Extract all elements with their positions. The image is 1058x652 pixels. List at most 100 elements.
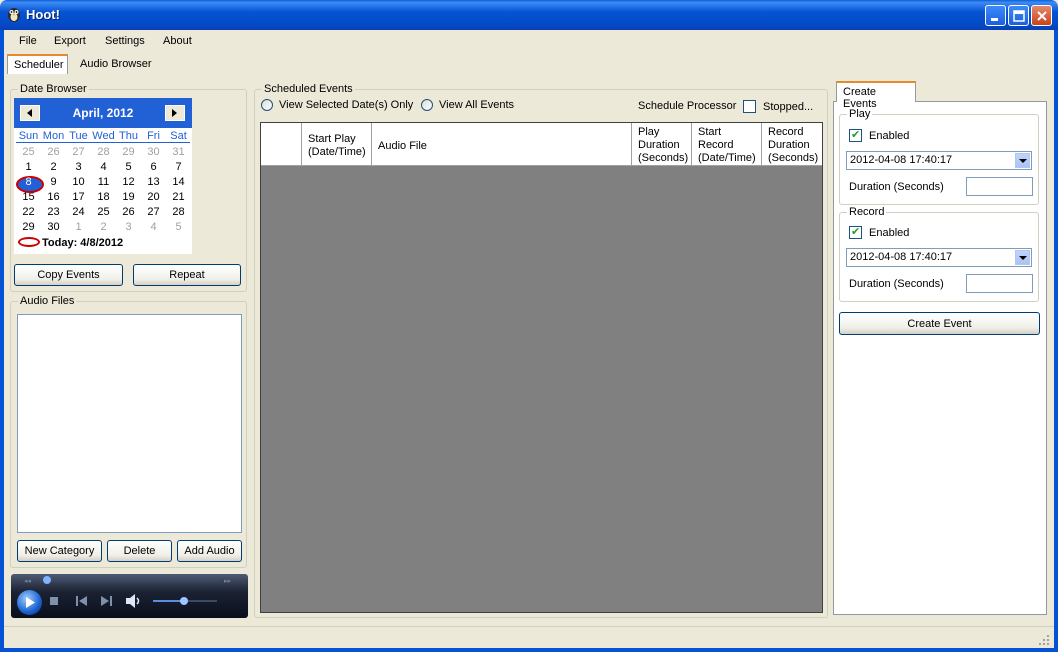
volume-slider[interactable]: [151, 595, 221, 607]
calendar-day-cell[interactable]: 4: [91, 160, 116, 175]
calendar-day-cell[interactable]: 29: [16, 220, 41, 235]
calendar-day-cell[interactable]: 19: [116, 190, 141, 205]
next-icon[interactable]: [99, 595, 113, 607]
calendar-day-cell[interactable]: 28: [166, 205, 191, 220]
calendar-day-cell[interactable]: 22: [16, 205, 41, 220]
owl-app-icon: [8, 8, 20, 22]
calendar-day-cell[interactable]: 13: [141, 175, 166, 190]
today-text: Today: 4/8/2012: [42, 237, 124, 249]
month-calendar[interactable]: April, 2012 Sun Mon Tue Wed Thu Fri Sat …: [14, 98, 192, 254]
calendar-day-cell[interactable]: 27: [141, 205, 166, 220]
scheduled-events-grid[interactable]: Start Play (Date/Time) Audio File Play D…: [260, 122, 823, 613]
calendar-day-cell[interactable]: 11: [91, 175, 116, 190]
column-play-duration[interactable]: Play Duration (Seconds): [632, 123, 692, 166]
stop-icon[interactable]: [49, 596, 59, 606]
menu-export[interactable]: Export: [54, 35, 86, 47]
calendar-day-cell[interactable]: 31: [166, 145, 191, 160]
calendar-day-cell[interactable]: 2: [41, 160, 66, 175]
calendar-day-cell[interactable]: 14: [166, 175, 191, 190]
volume-icon[interactable]: [124, 593, 144, 609]
calendar-day-cell[interactable]: 30: [41, 220, 66, 235]
record-duration-label: Duration (Seconds): [849, 278, 944, 290]
close-icon: [1037, 11, 1047, 21]
tab-create-events[interactable]: Create Events: [836, 81, 916, 110]
next-month-button[interactable]: [165, 105, 185, 121]
calendar-day-cell[interactable]: 2: [91, 220, 116, 235]
calendar-day-cell[interactable]: 8: [16, 175, 44, 193]
schedule-processor-checkbox[interactable]: [743, 100, 756, 113]
title-bar[interactable]: Hoot!: [0, 0, 1058, 30]
calendar-day-cell[interactable]: 25: [91, 205, 116, 220]
calendar-day-cell[interactable]: 1: [66, 220, 91, 235]
calendar-day-cell[interactable]: 24: [66, 205, 91, 220]
calendar-day-cell[interactable]: 5: [116, 160, 141, 175]
calendar-day-cell[interactable]: 25: [16, 145, 41, 160]
media-player: ◂◂ ▸▸: [11, 574, 248, 618]
calendar-day-cell[interactable]: 30: [141, 145, 166, 160]
play-datetime-dropdown[interactable]: [1015, 153, 1030, 168]
calendar-day-cell[interactable]: 7: [166, 160, 191, 175]
play-datetime-picker[interactable]: 2012-04-08 17:40:17: [846, 151, 1032, 170]
record-datetime-dropdown[interactable]: [1015, 250, 1030, 265]
copy-events-button[interactable]: Copy Events: [14, 264, 123, 286]
calendar-day-cell[interactable]: 10: [66, 175, 91, 190]
today-link[interactable]: Today: 4/8/2012: [18, 237, 123, 249]
today-circle-icon: [18, 237, 40, 247]
new-category-button[interactable]: New Category: [17, 540, 102, 562]
calendar-day-cell[interactable]: 23: [41, 205, 66, 220]
menu-about[interactable]: About: [163, 35, 192, 47]
view-selected-radio[interactable]: [261, 99, 273, 111]
delete-button[interactable]: Delete: [107, 540, 172, 562]
view-selected-label[interactable]: View Selected Date(s) Only: [279, 99, 413, 111]
calendar-day-cell[interactable]: 27: [66, 145, 91, 160]
calendar-day-cell[interactable]: 9: [41, 175, 66, 190]
calendar-day-cell[interactable]: 28: [91, 145, 116, 160]
tab-scheduler[interactable]: Scheduler: [7, 54, 68, 74]
column-start-record[interactable]: Start Record (Date/Time): [692, 123, 762, 166]
add-audio-button[interactable]: Add Audio: [177, 540, 242, 562]
record-duration-input[interactable]: [966, 274, 1033, 293]
close-button[interactable]: [1031, 5, 1052, 26]
previous-icon[interactable]: [75, 595, 89, 607]
tab-audio-browser[interactable]: Audio Browser: [73, 54, 160, 74]
calendar-day-cell[interactable]: 29: [116, 145, 141, 160]
calendar-day-cell[interactable]: 1: [16, 160, 41, 175]
menu-settings[interactable]: Settings: [105, 35, 145, 47]
record-enabled-checkbox[interactable]: [849, 225, 862, 239]
column-start-play[interactable]: Start Play (Date/Time): [302, 123, 372, 166]
calendar-day-cell[interactable]: 3: [66, 160, 91, 175]
triangle-right-icon: [172, 109, 177, 117]
audio-files-list[interactable]: [17, 314, 242, 533]
column-record-duration[interactable]: Record Duration (Seconds): [762, 123, 822, 166]
calendar-day-cell[interactable]: 12: [116, 175, 141, 190]
calendar-day-cell[interactable]: 3: [116, 220, 141, 235]
calendar-day-cell[interactable]: 18: [91, 190, 116, 205]
column-audio-file[interactable]: Audio File: [372, 123, 632, 166]
record-datetime-picker[interactable]: 2012-04-08 17:40:17: [846, 248, 1032, 267]
view-all-radio[interactable]: [421, 99, 433, 111]
menu-file[interactable]: File: [19, 35, 37, 47]
minimize-button[interactable]: [985, 5, 1006, 26]
calendar-day-cell[interactable]: 17: [66, 190, 91, 205]
calendar-day-cell[interactable]: 21: [166, 190, 191, 205]
calendar-day-cell[interactable]: 4: [141, 220, 166, 235]
prev-month-button[interactable]: [20, 105, 40, 121]
play-button[interactable]: [17, 590, 42, 615]
calendar-day-cell[interactable]: 26: [116, 205, 141, 220]
grid-header: Start Play (Date/Time) Audio File Play D…: [261, 123, 822, 166]
repeat-button[interactable]: Repeat: [133, 264, 241, 286]
calendar-day-cell[interactable]: 26: [41, 145, 66, 160]
calendar-day-cell[interactable]: 5: [166, 220, 191, 235]
maximize-icon: [1013, 10, 1025, 22]
play-enabled-checkbox[interactable]: [849, 128, 862, 142]
calendar-day-cell[interactable]: 16: [41, 190, 66, 205]
row-header-column: [261, 123, 302, 166]
play-duration-input[interactable]: [966, 177, 1033, 196]
processor-status: Stopped...: [763, 101, 814, 113]
maximize-button[interactable]: [1008, 5, 1029, 26]
calendar-day-cell[interactable]: 20: [141, 190, 166, 205]
view-all-label[interactable]: View All Events: [439, 99, 514, 111]
create-event-button[interactable]: Create Event: [839, 312, 1040, 335]
calendar-day-cell[interactable]: 6: [141, 160, 166, 175]
resize-grip-icon[interactable]: [1038, 634, 1050, 646]
